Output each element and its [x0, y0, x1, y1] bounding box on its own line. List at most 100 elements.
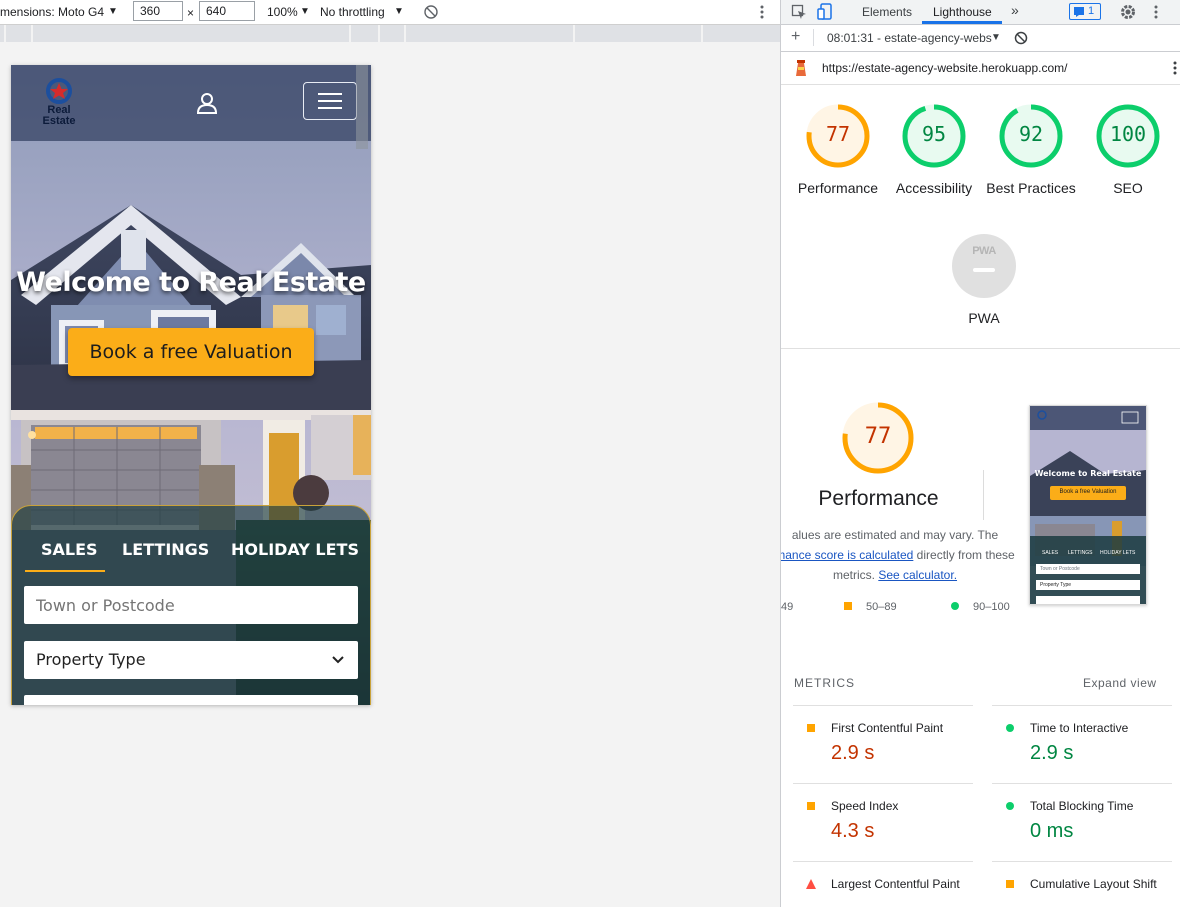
- pass-circle-icon: [1006, 802, 1014, 810]
- metric-label: Largest Contentful Paint: [831, 877, 960, 891]
- devtools-tab-bar: Elements Lighthouse » 1: [781, 0, 1180, 25]
- metric-total-blocking-time: Total Blocking Time 0 ms: [992, 783, 1172, 862]
- metric-value: 2.9 s: [1030, 742, 1074, 764]
- media-query-ruler[interactable]: [0, 25, 780, 42]
- property-type-value: Property Type: [36, 650, 146, 669]
- device-width-input[interactable]: 360: [133, 1, 183, 21]
- tab-lighthouse[interactable]: Lighthouse: [933, 5, 992, 19]
- lighthouse-logo-icon: [796, 60, 806, 76]
- pwa-badge-icon: [952, 234, 1016, 298]
- device-toolbar-toggle-icon[interactable]: [817, 3, 833, 21]
- report-menu-icon[interactable]: [1173, 60, 1177, 76]
- thumbnail-tab-sales: SALES: [1042, 550, 1059, 556]
- gauge-performance[interactable]: 77: [805, 103, 871, 169]
- metric-label: First Contentful Paint: [831, 721, 944, 735]
- metric-first-contentful-paint: First Contentful Paint 2.9 s: [793, 705, 973, 784]
- score-calculation-link[interactable]: mance score is calculated: [781, 548, 913, 562]
- settings-gear-icon[interactable]: [1119, 3, 1137, 21]
- gauge-accessibility[interactable]: 95: [901, 103, 967, 169]
- throttling-select[interactable]: No throttling: [320, 5, 385, 19]
- lighthouse-toolbar: + 08:01:31 - estate-agency-webs ▼: [781, 25, 1180, 52]
- gauge-seo[interactable]: 100: [1095, 103, 1161, 169]
- performance-description-line2: mance score is calculated directly from …: [781, 545, 1015, 565]
- more-options-icon[interactable]: [760, 4, 764, 20]
- menu-toggle-button[interactable]: [303, 82, 357, 120]
- best-practices-score: 92: [1018, 122, 1044, 146]
- thumbnail-cta: Book a free Valuation: [1059, 489, 1117, 495]
- vertical-divider: [983, 470, 984, 520]
- performance-description-line3: metrics. See calculator.: [832, 568, 958, 582]
- performance-description: alues are estimated and may vary. The ma…: [781, 525, 1015, 585]
- tab-sales[interactable]: SALES: [41, 540, 98, 559]
- book-valuation-button[interactable]: Book a free Valuation: [68, 328, 314, 376]
- thumbnail-hero-title: Welcome to Real Estate: [1034, 469, 1142, 478]
- thumbnail-property-type: Property Type: [1040, 582, 1072, 588]
- report-selector-caret-icon[interactable]: ▼: [991, 32, 1001, 43]
- see-calculator-link[interactable]: See calculator.: [878, 568, 957, 582]
- logo-text: Real Estate: [33, 105, 85, 127]
- hero-title: Welcome to Real Estate: [16, 267, 366, 298]
- metric-label: Total Blocking Time: [1030, 799, 1134, 813]
- seo-score: 100: [1109, 122, 1147, 146]
- thumbnail-town-placeholder: Town or Postcode: [1040, 566, 1080, 572]
- metrics-heading: METRICS: [794, 676, 855, 690]
- performance-detail-score: 77: [864, 424, 892, 449]
- more-tabs-icon[interactable]: »: [1011, 2, 1019, 18]
- pwa-badge-text: PWA: [972, 245, 996, 257]
- issues-badge[interactable]: 1: [1069, 3, 1101, 20]
- average-square-icon: [807, 724, 815, 732]
- chevron-down-icon: [332, 656, 344, 664]
- tab-holiday-lets[interactable]: HOLIDAY LETS: [231, 540, 359, 559]
- devtools-menu-icon[interactable]: [1154, 4, 1158, 20]
- tab-elements[interactable]: Elements: [862, 5, 912, 19]
- legend-square-icon: [844, 602, 852, 610]
- gauge-pwa[interactable]: PWA: [951, 233, 1017, 299]
- device-viewport: Real Estate Welcome to Real Estate Book …: [11, 65, 371, 705]
- zoom-caret-icon[interactable]: ▼: [300, 6, 310, 17]
- accessibility-score: 95: [921, 122, 947, 146]
- message-icon: [1074, 7, 1084, 17]
- search-field[interactable]: [24, 695, 358, 705]
- active-tab-indicator: [922, 21, 1002, 24]
- active-tab-indicator: [25, 570, 105, 572]
- expand-view-toggle[interactable]: Expand view: [1083, 676, 1157, 690]
- user-account-icon[interactable]: [194, 90, 220, 116]
- performance-label: Performance: [797, 180, 879, 196]
- site-header: Real Estate: [11, 65, 371, 141]
- issues-count: 1: [1088, 5, 1095, 17]
- throttling-caret-icon[interactable]: ▼: [394, 6, 404, 17]
- metric-value: 2.9 s: [831, 742, 875, 764]
- legend-circle-icon: [951, 602, 959, 610]
- rotate-disabled-icon[interactable]: [423, 4, 439, 20]
- final-screenshot-thumbnail[interactable]: Welcome to Real Estate Book a free Valua…: [1029, 405, 1147, 605]
- report-selector[interactable]: 08:01:31 - estate-agency-webs: [827, 31, 992, 45]
- report-url-bar: https://estate-agency-website.herokuapp.…: [781, 52, 1180, 85]
- performance-detail-gauge: 77: [841, 401, 915, 475]
- logo-text-line2: Estate: [42, 115, 76, 127]
- times-sign: ×: [187, 6, 195, 20]
- zoom-select[interactable]: 100%: [267, 5, 298, 19]
- report-url[interactable]: https://estate-agency-website.herokuapp.…: [822, 61, 1067, 75]
- metric-cumulative-layout-shift: Cumulative Layout Shift: [992, 861, 1172, 907]
- device-toolbar: mensions: Moto G4 ▼ 360 × 640 100% ▼ No …: [0, 0, 780, 25]
- new-report-add-icon[interactable]: +: [791, 28, 800, 46]
- device-dropdown-caret-icon[interactable]: ▼: [108, 6, 118, 17]
- inspect-element-icon[interactable]: [791, 4, 807, 20]
- property-type-select[interactable]: Property Type: [24, 641, 358, 679]
- metric-label: Time to Interactive: [1030, 721, 1129, 735]
- device-height-input[interactable]: 640: [199, 1, 255, 21]
- legend-fail: 49: [781, 601, 794, 613]
- device-dimensions-label[interactable]: mensions: Moto G4: [0, 5, 104, 19]
- fail-triangle-icon: [806, 879, 816, 889]
- metric-value: 0 ms: [1030, 820, 1074, 842]
- town-postcode-input[interactable]: [24, 586, 358, 624]
- gauge-best-practices[interactable]: 92: [998, 103, 1064, 169]
- performance-score: 77: [825, 122, 851, 146]
- accessibility-label: Accessibility: [895, 180, 973, 196]
- thumbnail-tab-holiday-lets: HOLIDAY LETS: [1100, 550, 1136, 556]
- seo-label: SEO: [1113, 180, 1143, 196]
- page-scrollbar[interactable]: [356, 65, 368, 149]
- pass-circle-icon: [1006, 724, 1014, 732]
- tab-lettings[interactable]: LETTINGS: [122, 540, 209, 559]
- clear-report-icon[interactable]: [1014, 31, 1028, 45]
